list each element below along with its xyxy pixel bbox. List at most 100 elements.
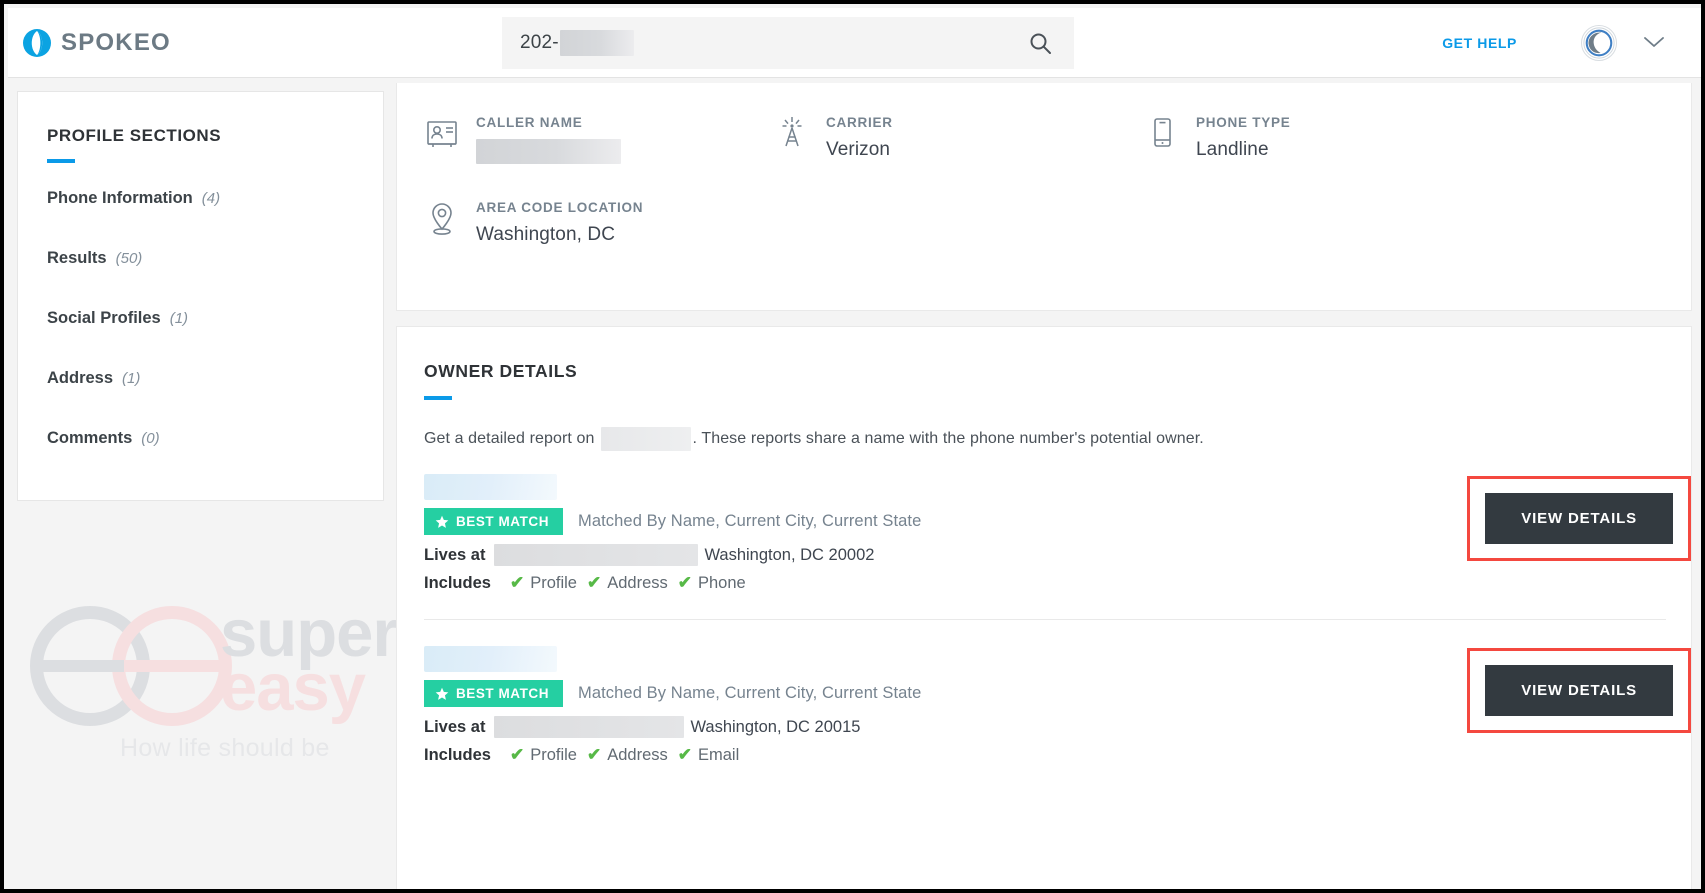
address-city-state-zip: Washington, DC 20002 <box>704 545 875 564</box>
cell-tower-icon <box>782 117 802 147</box>
includes-item: Profile <box>530 573 577 592</box>
view-details-button[interactable]: VIEW DETAILS <box>1485 665 1673 716</box>
info-value: Verizon <box>826 139 891 160</box>
mobile-phone-icon <box>1154 118 1171 147</box>
info-caller-name: CALLER NAME <box>425 115 765 164</box>
sidebar-item-label: Phone Information <box>47 189 193 207</box>
view-details-button[interactable]: VIEW DETAILS <box>1485 493 1673 544</box>
check-icon: ✔ <box>677 573 692 592</box>
spokeo-logo[interactable]: SPOKEO <box>22 28 171 58</box>
info-value: Washington, DC <box>476 224 616 245</box>
owner-details-panel: OWNER DETAILS Get a detailed report on .… <box>396 326 1692 889</box>
owner-details-title: OWNER DETAILS <box>424 361 578 381</box>
owner-includes-line: Includes ✔ Profile ✔ Address ✔ Email <box>424 745 1666 765</box>
sidebar-item-label: Social Profiles <box>47 309 161 327</box>
owner-result-row: BEST MATCH Matched By Name, Current City… <box>424 474 1691 619</box>
search-icon[interactable] <box>1028 31 1052 55</box>
check-icon: ✔ <box>509 573 525 592</box>
street-address-redacted-block <box>494 544 699 566</box>
sidebar-title-underline <box>47 159 75 163</box>
check-icon: ✔ <box>586 745 602 764</box>
search-redacted-block <box>559 30 634 56</box>
includes-item: Address <box>607 745 668 764</box>
best-match-label: BEST MATCH <box>456 686 549 701</box>
search-input-value: 202- <box>520 32 559 53</box>
sidebar-item-count: (1) <box>122 370 141 387</box>
address-city-state-zip: Washington, DC 20015 <box>690 717 861 736</box>
includes-item: Profile <box>530 745 577 764</box>
watermark-ring-right <box>112 606 232 726</box>
sidebar-item-label: Results <box>47 249 107 267</box>
star-icon <box>435 687 449 700</box>
info-area-code-location: AREA CODE LOCATION Washington, DC <box>425 200 825 246</box>
view-details-annotation: VIEW DETAILS <box>1467 476 1691 561</box>
info-label: AREA CODE LOCATION <box>476 200 644 215</box>
watermark-bar-right <box>124 660 220 672</box>
info-phone-type: PHONE TYPE Landline <box>1145 115 1485 161</box>
location-pin-icon <box>432 203 452 235</box>
includes-label: Includes <box>424 573 491 592</box>
info-value: Landline <box>1196 139 1269 160</box>
user-avatar-icon <box>1583 27 1615 59</box>
sidebar-item-label: Address <box>47 369 114 387</box>
info-carrier: CARRIER Verizon <box>775 115 1115 161</box>
phone-info-grid: CALLER NAME CARRIER Verizon PHONE TYPE L… <box>397 83 1691 310</box>
caller-name-redacted-block <box>476 139 621 164</box>
owner-includes-line: Includes ✔ Profile ✔ Address ✔ Phone <box>424 573 1666 593</box>
owner-name-redacted-block <box>424 474 557 500</box>
owner-details-description: Get a detailed report on . These reports… <box>424 427 1691 451</box>
sidebar-item-count: (1) <box>169 310 189 327</box>
sidebar-item-comments[interactable]: Comments (0) <box>47 429 383 448</box>
spokeo-logo-icon <box>23 28 51 57</box>
brand-name: SPOKEO <box>61 28 171 56</box>
watermark-ring-left <box>30 606 150 726</box>
info-label: PHONE TYPE <box>1196 115 1291 130</box>
best-match-badge[interactable]: BEST MATCH <box>424 508 563 535</box>
avatar[interactable] <box>1581 25 1617 61</box>
description-after: . These reports share a name with the ph… <box>692 430 1204 447</box>
best-match-badge[interactable]: BEST MATCH <box>424 680 563 707</box>
sidebar-item-label: Comments <box>47 429 133 447</box>
sidebar-item-count: (4) <box>201 190 221 207</box>
owner-name-redacted-block <box>424 646 557 672</box>
id-card-icon <box>427 121 457 147</box>
phone-information-panel: CALLER NAME CARRIER Verizon PHONE TYPE L… <box>396 83 1692 311</box>
includes-label: Includes <box>424 745 491 764</box>
search-bar[interactable]: 202- <box>502 17 1074 69</box>
best-match-label: BEST MATCH <box>456 514 549 529</box>
sidebar-item-count: (0) <box>141 430 160 447</box>
includes-item: Phone <box>698 573 746 592</box>
star-icon <box>435 515 449 528</box>
search-input[interactable]: 202- <box>520 30 634 56</box>
street-address-redacted-block <box>494 716 685 738</box>
get-help-link[interactable]: GET HELP <box>1442 35 1517 51</box>
info-label: CARRIER <box>826 115 893 130</box>
sidebar-title: PROFILE SECTIONS <box>47 126 222 145</box>
supereasy-watermark: super easy How life should be <box>12 584 412 784</box>
includes-item: Address <box>607 573 668 592</box>
owner-result-row: BEST MATCH Matched By Name, Current City… <box>424 619 1691 791</box>
chevron-down-icon[interactable] <box>1643 35 1665 49</box>
includes-item: Email <box>698 745 740 764</box>
check-icon: ✔ <box>586 573 602 592</box>
profile-sections-sidebar: PROFILE SECTIONS Phone Information (4) R… <box>17 91 384 501</box>
browser-window: SPOKEO 202- GET HELP PROFILE SECTIONS Ph… <box>0 0 1705 893</box>
description-redacted-block <box>600 427 691 451</box>
check-icon: ✔ <box>509 745 525 764</box>
info-label: CALLER NAME <box>476 115 583 130</box>
sidebar-item-phone-information[interactable]: Phone Information (4) <box>47 189 383 208</box>
match-criteria-text: Matched By Name, Current City, Current S… <box>578 512 922 530</box>
check-icon: ✔ <box>677 745 692 764</box>
sidebar-item-count: (50) <box>115 250 143 267</box>
view-details-annotation: VIEW DETAILS <box>1467 648 1691 733</box>
lives-at-label: Lives at <box>424 545 486 564</box>
watermark-word-super: super <box>220 596 398 671</box>
watermark-bar-left <box>42 660 138 672</box>
site-header: SPOKEO 202- GET HELP <box>8 8 1701 78</box>
watermark-word-easy: easy <box>220 650 366 725</box>
watermark-tagline: How life should be <box>120 734 330 762</box>
sidebar-item-social-profiles[interactable]: Social Profiles (1) <box>47 309 383 328</box>
owner-details-underline <box>424 396 452 400</box>
sidebar-item-address[interactable]: Address (1) <box>47 369 383 388</box>
sidebar-item-results[interactable]: Results (50) <box>47 249 383 268</box>
